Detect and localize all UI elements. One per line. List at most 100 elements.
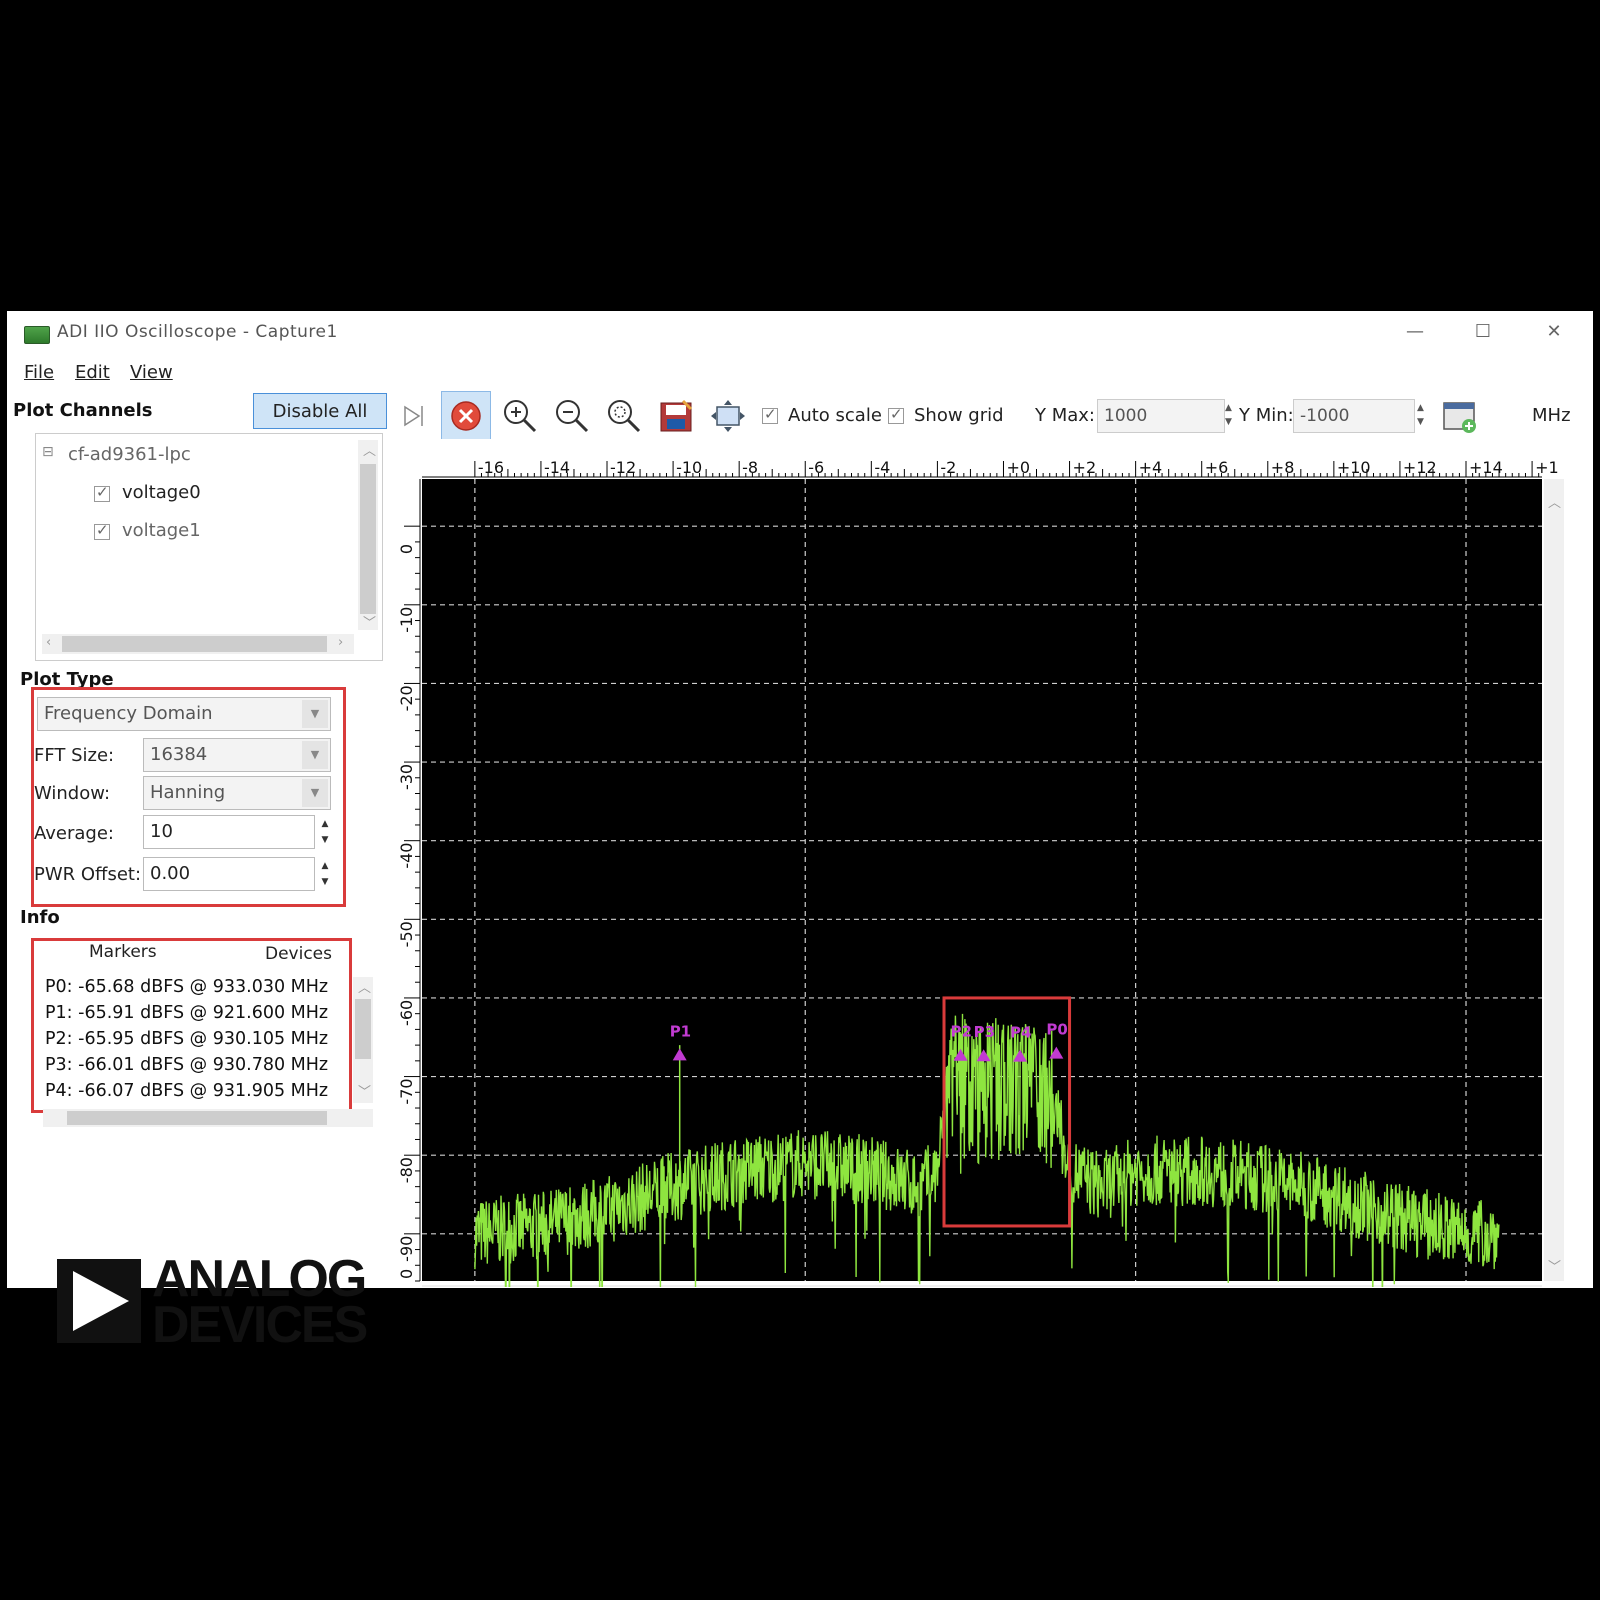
add-plot-icon[interactable] <box>1441 397 1479 435</box>
ymin-label: Y Min: <box>1239 405 1294 426</box>
scroll-down-icon[interactable]: ﹀ <box>363 612 376 631</box>
plot-horizontal-scrollbar <box>422 1285 1542 1305</box>
info-heading: Info <box>20 907 60 928</box>
y-tick-label: -70 <box>397 1078 416 1104</box>
fft-size-select[interactable]: 16384 ▼ <box>143 738 331 772</box>
scroll-left-icon: ‹ <box>434 1286 440 1287</box>
stop-button[interactable] <box>441 391 491 441</box>
x-tick-label: -10 <box>676 458 702 477</box>
pwr-offset-value: 0.00 <box>150 863 191 884</box>
close-button[interactable]: ✕ <box>1534 317 1574 347</box>
menu-edit[interactable]: Edit <box>75 362 110 383</box>
marker-row: P2: -65.95 dBFS @ 930.105 MHz <box>45 1029 329 1049</box>
collapse-icon[interactable]: ⊟ <box>42 444 54 460</box>
voltage1-label: voltage1 <box>122 520 201 541</box>
marker-row: P1: -65.91 dBFS @ 921.600 MHz <box>45 1003 329 1023</box>
x-tick-label: -2 <box>940 458 956 477</box>
y-tick-label: -40 <box>397 843 416 869</box>
scroll-up-icon: ︿ <box>1548 496 1561 511</box>
hscroll-thumb[interactable] <box>67 1111 327 1125</box>
y-tick-label: 0 <box>397 544 416 554</box>
marker-label-p1: P1 <box>670 1022 691 1040</box>
tab-markers[interactable]: Markers <box>89 942 157 962</box>
auto-scale-label: Auto scale <box>788 405 882 426</box>
show-grid-label: Show grid <box>914 405 1004 426</box>
menu-file[interactable]: File <box>24 362 54 383</box>
spectrum-chart[interactable]: ︿﹀‹›-16-14-12-10-8-6-4-2+0+2+4+6+8+10+12… <box>392 439 1593 1335</box>
plot-area: ︿﹀‹›-16-14-12-10-8-6-4-2+0+2+4+6+8+10+12… <box>392 439 1593 1335</box>
ymin-input[interactable]: -1000 <box>1293 399 1415 433</box>
oscilloscope-app-icon <box>24 326 50 344</box>
zoom-in-icon[interactable] <box>501 397 539 435</box>
x-tick-label: +6 <box>1205 458 1229 477</box>
chevron-down-icon: ▼ <box>302 741 328 769</box>
zoom-fit-icon[interactable] <box>605 397 643 435</box>
maximize-button[interactable]: ☐ <box>1463 317 1503 347</box>
y-tick-label: 0 <box>397 1269 416 1279</box>
hscroll-thumb[interactable] <box>62 636 327 652</box>
scroll-down-icon[interactable]: ﹀ <box>358 1081 371 1100</box>
ymin-spinner[interactable]: ▲ ▼ <box>1417 401 1424 429</box>
ymax-input[interactable]: 1000 <box>1097 399 1225 433</box>
markers-list: P0: -65.68 dBFS @ 933.030 MHz P1: -65.91… <box>39 969 349 1109</box>
menu-view[interactable]: View <box>130 362 173 383</box>
x-tick-label: +4 <box>1139 458 1163 477</box>
x-tick-label: +14 <box>1469 458 1503 477</box>
tree-horizontal-scrollbar[interactable]: ‹ › <box>42 634 354 654</box>
analog-devices-logo-mark <box>57 1259 141 1343</box>
fullscreen-icon[interactable] <box>709 397 747 435</box>
device-node[interactable]: cf-ad9361-lpc <box>68 444 191 465</box>
x-tick-label: +0 <box>1006 458 1030 477</box>
scroll-thumb[interactable] <box>360 464 376 614</box>
marker-row: P0: -65.68 dBFS @ 933.030 MHz <box>45 977 329 997</box>
title-bar: ADI IIO Oscilloscope - Capture1 — ☐ ✕ <box>7 311 1593 355</box>
voltage0-checkbox[interactable] <box>94 483 110 502</box>
tree-vertical-scrollbar[interactable]: ︿ ﹀ <box>358 440 378 631</box>
voltage0-label: voltage0 <box>122 482 201 503</box>
average-input[interactable]: 10 ▲ ▼ <box>143 815 328 849</box>
domain-value: Frequency Domain <box>44 703 213 724</box>
scroll-thumb[interactable] <box>355 999 371 1059</box>
window-select[interactable]: Hanning ▼ <box>143 776 331 810</box>
markers-scrollbar[interactable]: ︿ ﹀ <box>353 977 373 1103</box>
domain-select[interactable]: Frequency Domain ▼ <box>37 697 331 731</box>
scroll-left-icon[interactable]: ‹ <box>46 635 51 650</box>
step-icon[interactable] <box>395 397 433 435</box>
x-tick-label: +1 <box>1535 458 1559 477</box>
channel-tree: ⊟ cf-ad9361-lpc voltage0 voltage1 ︿ ﹀ ‹ … <box>35 433 383 661</box>
fft-size-value: 16384 <box>150 744 208 765</box>
minimize-button[interactable]: — <box>1395 317 1435 347</box>
average-value: 10 <box>150 821 173 842</box>
disable-all-button[interactable]: Disable All <box>253 393 387 429</box>
scroll-right-icon[interactable]: › <box>338 635 343 650</box>
window-value: Hanning <box>150 782 226 803</box>
window-title: ADI IIO Oscilloscope - Capture1 <box>57 322 338 342</box>
pwr-offset-input[interactable]: 0.00 ▲ ▼ <box>143 857 328 891</box>
fft-size-label: FFT Size: <box>34 745 115 766</box>
tab-devices[interactable]: Devices <box>265 944 332 964</box>
x-tick-label: -6 <box>808 458 824 477</box>
average-spinner[interactable]: ▲ ▼ <box>318 816 332 850</box>
x-tick-label: -12 <box>610 458 636 477</box>
voltage1-checkbox[interactable] <box>94 521 110 540</box>
markers-hscrollbar[interactable] <box>43 1109 373 1127</box>
marker-label-p4: P4 <box>1010 1024 1031 1042</box>
x-tick-label: +2 <box>1073 458 1097 477</box>
x-tick-label: +10 <box>1337 458 1371 477</box>
scroll-up-icon[interactable]: ︿ <box>363 440 376 459</box>
x-tick-label: +8 <box>1271 458 1295 477</box>
save-icon[interactable] <box>657 397 695 435</box>
ymax-spinner[interactable]: ▲ ▼ <box>1225 401 1232 429</box>
marker-label-p0: P0 <box>1046 1021 1067 1039</box>
show-grid-checkbox[interactable] <box>888 405 904 424</box>
scroll-up-icon[interactable]: ︿ <box>358 977 371 996</box>
x-tick-label: -8 <box>742 458 758 477</box>
zoom-out-icon[interactable] <box>553 397 591 435</box>
app-window: ADI IIO Oscilloscope - Capture1 — ☐ ✕ Fi… <box>7 311 1593 1351</box>
auto-scale-checkbox[interactable] <box>762 405 778 424</box>
y-tick-label: -80 <box>397 1157 416 1183</box>
x-tick-label: -4 <box>874 458 890 477</box>
plot-vertical-scrollbar <box>1544 479 1564 1281</box>
pwr-offset-spinner[interactable]: ▲ ▼ <box>318 858 332 892</box>
marker-label-p2: P2 <box>951 1023 972 1041</box>
